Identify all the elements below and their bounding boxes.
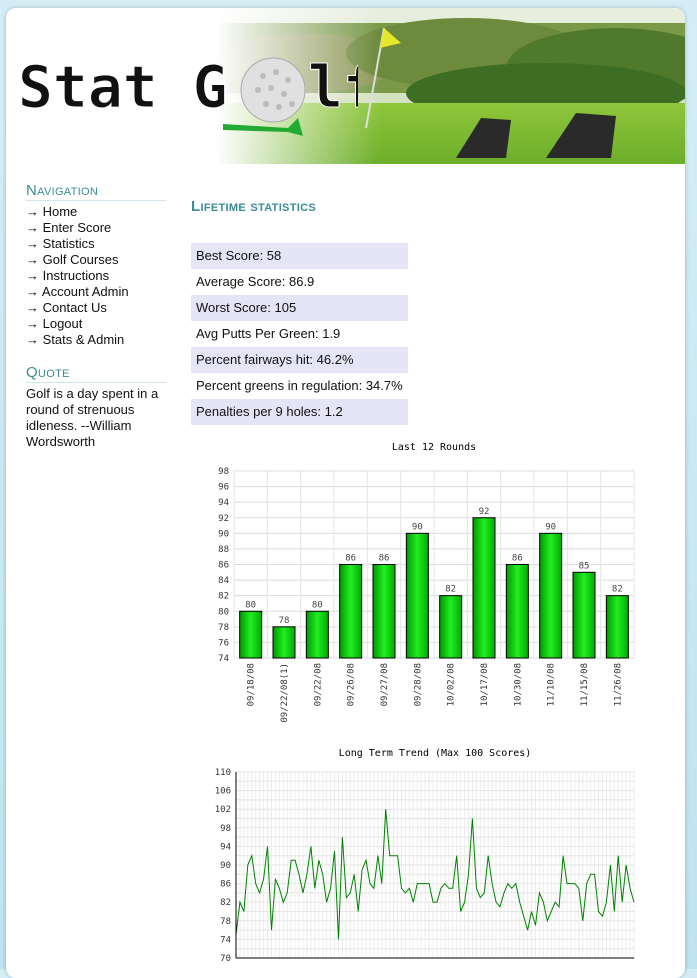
nav-item-home[interactable]: → Home [26, 204, 166, 220]
bar-chart-x-tick-label: 09/28/08 [413, 663, 423, 706]
line-chart-y-tick-label: 86 [220, 880, 231, 890]
stat-worst-score: Worst Score: 105 [191, 295, 408, 321]
nav-item-stats-admin[interactable]: → Stats & Admin [26, 332, 166, 348]
logo-text-left: Stat G [18, 53, 228, 121]
bar-chart-y-tick-label: 90 [218, 529, 229, 539]
line-chart-long-term-trend: Long Term Trend (Max 100 Scores) 70 74 78 82… [184, 736, 644, 976]
bar-chart-data-label: 86 [512, 554, 523, 564]
line-chart-y-tick-label: 70 [220, 954, 231, 964]
bar-chart-bar [572, 571, 596, 659]
bar-chart-x-tick-label: 09/22/08 [313, 663, 323, 706]
page-title: Lifetime statistics [191, 198, 316, 215]
stat-greens-in-regulation: Percent greens in regulation: 34.7% [196, 378, 403, 393]
line-chart-y-tick-label: 82 [220, 898, 231, 908]
line-chart-y-tick-label: 98 [220, 824, 231, 834]
line-chart-y-tick-label: 94 [220, 842, 231, 852]
quote-text: Golf is a day spent in a round of strenu… [26, 386, 159, 449]
bar-chart-last-rounds: Last 12 Rounds 74 76 78 80 82 84 86 88 90 92 94 96 98… [184, 436, 644, 726]
line-chart-y-tick-label: 110 [215, 768, 231, 778]
bar-chart-y-tick-label: 96 [218, 483, 229, 493]
bar-chart-bar [272, 626, 296, 659]
bar-chart-bar [505, 564, 529, 659]
bar-chart-x-tick-label: 11/26/08 [613, 663, 623, 706]
stat-avg-putts: Avg Putts Per Green: 1.9 [196, 326, 341, 341]
bar-chart-bar [305, 610, 329, 659]
bar-chart-data-label: 86 [345, 554, 356, 564]
stat-penalties: Penalties per 9 holes: 1.2 [191, 399, 408, 425]
bar-chart-y-tick-label: 94 [218, 498, 229, 508]
line-chart-y-tick-label: 74 [220, 935, 231, 945]
nav-item-enter-score[interactable]: → Enter Score [26, 220, 166, 236]
main-content: Lifetime statistics Best Score: 58 Avera… [191, 198, 671, 425]
bar-chart-y-tick-label: 92 [218, 514, 229, 524]
stat-golf-logo: Stat G lf [18, 53, 358, 136]
bar-chart-bar [439, 595, 463, 659]
page-container: Stat G lf Navigation → Home → Enter Scor… [6, 8, 685, 978]
nav-item-instructions[interactable]: → Instructions [26, 268, 166, 284]
bar-chart-data-label: 86 [379, 554, 390, 564]
bar-chart-y-tick-label: 98 [218, 467, 229, 477]
bar-chart-bar [405, 532, 429, 659]
bar-chart-x-tick-label: 11/15/08 [580, 663, 590, 706]
stat-fairways-hit: Percent fairways hit: 46.2% [191, 347, 408, 373]
line-chart-y-tick-label: 106 [215, 787, 231, 797]
nav-item-account-admin[interactable]: → Account Admin [26, 284, 166, 300]
bar-chart-bar [339, 564, 363, 659]
bar-chart-x-tick-label: 09/27/08 [380, 663, 390, 706]
nav-item-statistics[interactable]: → Statistics [26, 236, 166, 252]
bar-chart-y-tick-label: 80 [218, 607, 229, 617]
bar-chart-data-label: 90 [412, 522, 423, 532]
bar-chart-bar [239, 610, 263, 659]
bar-chart-y-tick-label: 74 [218, 654, 229, 664]
navigation-heading: Navigation [26, 182, 166, 201]
bar-chart-y-tick-label: 88 [218, 545, 229, 555]
nav-item-contact-us[interactable]: → Contact Us [26, 300, 166, 316]
navigation-menu: → Home → Enter Score → Statistics → Golf… [26, 204, 166, 348]
bar-chart-x-tick-label: 11/10/08 [547, 663, 557, 706]
bar-chart-x-tick-label: 10/17/08 [480, 663, 490, 706]
bar-chart-data-label: 82 [612, 585, 623, 595]
bar-chart-y-tick-label: 78 [218, 623, 229, 633]
bar-chart-data-label: 92 [479, 507, 490, 517]
bar-chart-data-label: 85 [579, 561, 590, 571]
bar-chart-title: Last 12 Rounds [392, 442, 476, 453]
bar-chart-x-tick-label: 09/26/08 [347, 663, 357, 706]
bar-chart-data-label: 82 [445, 585, 456, 595]
bar-chart-bar [539, 532, 563, 659]
line-chart-y-tick-label: 78 [220, 917, 231, 927]
bar-chart-y-tick-label: 84 [218, 576, 229, 586]
bar-chart-x-tick-label: 10/02/08 [447, 663, 457, 706]
bar-chart-bar [472, 517, 496, 659]
bar-chart-data-label: 90 [545, 522, 556, 532]
nav-item-logout[interactable]: → Logout [26, 316, 166, 332]
quote-heading: Quote [26, 364, 166, 383]
bar-chart-x-tick-label: 09/18/08 [247, 663, 257, 706]
bar-chart-x-tick-label: 09/22/08(1) [280, 663, 290, 723]
bar-chart-y-tick-label: 86 [218, 561, 229, 571]
line-chart-y-tick-label: 102 [215, 805, 231, 815]
bar-chart-x-tick-label: 10/30/08 [513, 663, 523, 706]
stat-average-score: Average Score: 86.9 [196, 274, 315, 289]
stat-best-score: Best Score: 58 [191, 243, 408, 269]
logo-text-right: lf [308, 53, 358, 121]
bar-chart-data-label: 80 [312, 600, 323, 610]
line-chart-y-tick-label: 90 [220, 861, 231, 871]
bar-chart-data-label: 78 [279, 616, 290, 626]
sidebar: Navigation → Home → Enter Score → Statis… [26, 182, 166, 450]
nav-item-golf-courses[interactable]: → Golf Courses [26, 252, 166, 268]
bar-chart-y-tick-label: 82 [218, 592, 229, 602]
stats-table: Best Score: 58 Average Score: 86.9 Worst… [191, 243, 408, 425]
line-chart-title: Long Term Trend (Max 100 Scores) [339, 748, 532, 759]
bar-chart-y-tick-label: 76 [218, 638, 229, 648]
bar-chart-data-label: 80 [245, 600, 256, 610]
site-banner: Stat G lf [6, 8, 685, 164]
bar-chart-bar [605, 595, 629, 659]
bar-chart-bar [372, 564, 396, 659]
